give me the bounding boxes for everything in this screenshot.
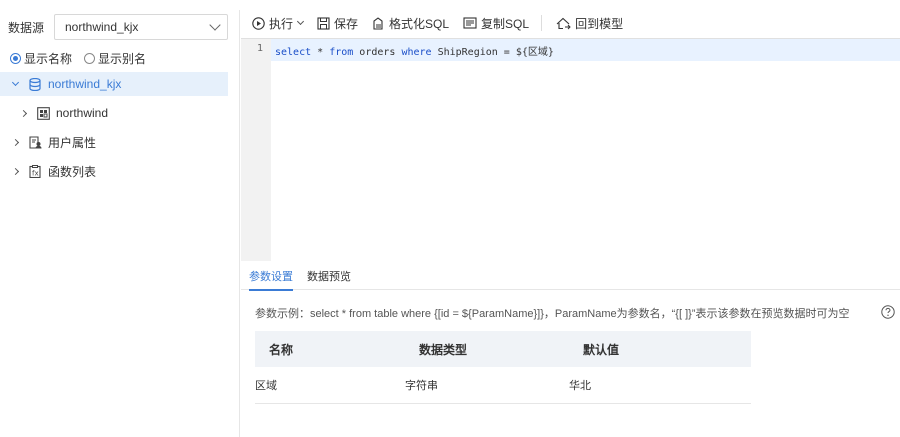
expand-right-icon[interactable] [16,109,30,117]
radio-unchecked-icon [84,53,96,64]
svg-text:fx: fx [32,169,39,177]
home-back-icon [556,17,571,29]
table-row[interactable]: 区域 字符串 华北 [255,367,751,404]
copy-sql-button[interactable]: 复制SQL [463,15,529,32]
datasource-label: 数据源 [8,20,45,35]
run-label: 执行 [269,16,294,31]
radio-show-name[interactable]: 显示名称 [10,50,72,67]
tree-item-northwind-kjx[interactable]: northwind_kjx [0,72,228,96]
tree-item-label: northwind [56,106,109,120]
cell-param-type[interactable]: 字符串 [405,367,569,404]
format-sql-button[interactable]: 格式化SQL [372,15,449,32]
expand-right-icon[interactable] [8,167,22,175]
sql-editor[interactable]: 1 select * from orders where ShipRegion … [241,38,900,261]
datasource-value: northwind_kjx [65,20,139,34]
tree-item-user-attributes[interactable]: 用户属性 [0,130,228,154]
param-hint-text: 参数示例：select * from table where {[id = ${… [255,308,850,320]
sql-token: * [311,47,330,58]
radio-show-name-label: 显示名称 [24,52,73,66]
save-label: 保存 [334,16,359,31]
play-icon [252,16,265,30]
save-button[interactable]: 保存 [317,15,358,32]
format-icon [373,16,383,30]
params-table: 名称 数据类型 默认值 区域 字符串 华北 [255,331,751,404]
back-to-model-label: 回到模型 [575,16,624,31]
data-source-panel: 数据源 northwind_kjx 显示名称 显示别名 northwind_kj… [0,10,240,437]
save-icon [317,16,330,30]
radio-checked-icon [10,53,21,64]
display-mode-radios: 显示名称 显示别名 [10,50,158,67]
copy-sql-label: 复制SQL [481,16,530,31]
cell-param-name[interactable]: 区域 [255,367,405,404]
tree-item-function-list[interactable]: fx 函数列表 [0,159,228,183]
database-icon [28,77,42,91]
cell-param-default[interactable]: 华北 [569,367,751,404]
col-header-name: 名称 [255,331,405,367]
datasource-row: 数据源 northwind_kjx [8,14,228,40]
tree-item-label: northwind_kjx [48,77,122,91]
sql-token: orders [353,47,402,58]
tab-data-preview[interactable]: 数据预览 [307,262,351,290]
sql-keyword: from [329,47,354,58]
line-number-gutter: 1 [241,39,271,261]
copy-icon [463,16,477,29]
datasource-tree: northwind_kjx northwind 用户属性 fx 函数列表 [0,72,228,188]
user-attr-icon [28,135,42,149]
back-to-model-button[interactable]: 回到模型 [556,15,623,32]
sql-keyword: where [401,47,432,58]
datasource-select[interactable]: northwind_kjx [54,14,228,40]
col-header-type: 数据类型 [405,331,569,367]
format-sql-label: 格式化SQL [389,16,450,31]
chevron-down-icon [209,19,221,31]
toolbar-divider [541,15,543,31]
sql-toolbar: 执行 保存 格式化SQL 复制SQL 回到模型 [252,13,637,33]
tree-item-northwind[interactable]: northwind [0,101,228,125]
bottom-tabs: 参数设置 数据预览 [241,262,900,291]
expand-right-icon[interactable] [8,138,22,146]
line-number: 1 [256,43,263,54]
col-header-default: 默认值 [569,331,751,367]
table-header-row: 名称 数据类型 默认值 [255,331,751,367]
help-icon[interactable] [881,305,895,319]
expand-down-icon[interactable] [8,78,22,87]
sql-code-line[interactable]: select * from orders where ShipRegion = … [275,43,554,58]
tree-item-label: 用户属性 [48,135,97,150]
sql-token: ShipRegion = ${区域} [431,47,554,58]
run-button[interactable]: 执行 [252,15,305,32]
tab-param-settings[interactable]: 参数设置 [249,262,293,291]
radio-show-alias[interactable]: 显示别名 [84,50,146,67]
tree-item-label: 函数列表 [48,164,97,179]
function-list-icon: fx [28,164,42,178]
schema-icon [36,106,50,120]
chevron-down-icon [296,17,305,26]
sql-keyword: select [275,47,312,58]
radio-show-alias-label: 显示别名 [98,52,147,66]
